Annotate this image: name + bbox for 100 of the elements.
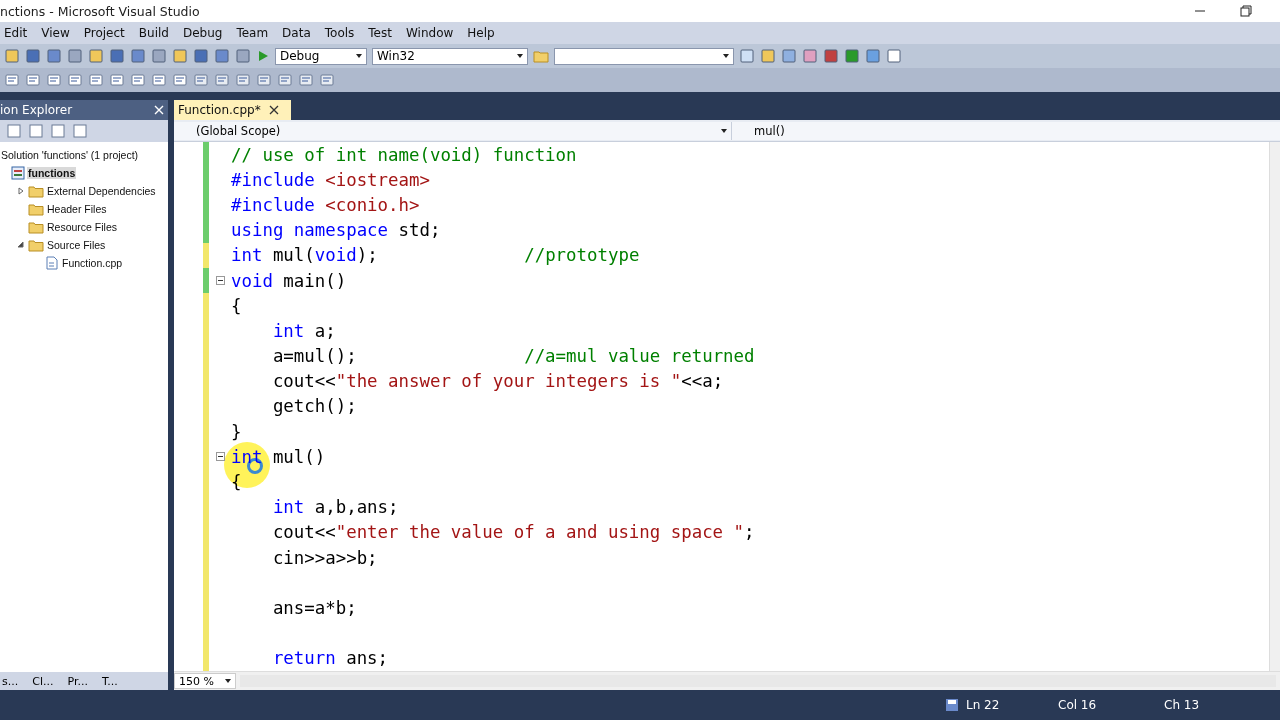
code-line: // use of int name(void) function xyxy=(231,143,577,166)
toolbar-icon[interactable] xyxy=(25,72,41,88)
toolbar-icon[interactable] xyxy=(886,48,902,64)
menu-item[interactable]: Team xyxy=(229,26,276,40)
toolbar-icon[interactable] xyxy=(130,72,146,88)
document-tab[interactable]: Function.cpp* xyxy=(174,100,291,120)
toolbar-icon[interactable] xyxy=(193,72,209,88)
tree-item[interactable]: Solution 'functions' (1 project) xyxy=(0,149,140,161)
pane-title: ion Explorer xyxy=(0,103,73,117)
toolbar-icon[interactable] xyxy=(88,72,104,88)
line-number: Ln 22 xyxy=(966,698,1001,712)
toolbar-icon[interactable] xyxy=(193,48,209,64)
panel-tab[interactable]: T... xyxy=(101,674,118,688)
tree-item[interactable]: Header Files xyxy=(46,203,108,215)
file-icon xyxy=(45,256,59,270)
toolbar-icon[interactable] xyxy=(298,72,314,88)
code-line: using namespace std; xyxy=(231,219,441,242)
toolbar-icon[interactable] xyxy=(88,48,104,64)
toolbar-icon[interactable] xyxy=(72,123,88,139)
toolbar-icon[interactable] xyxy=(277,72,293,88)
close-icon[interactable] xyxy=(268,105,279,115)
folder-icon xyxy=(28,184,44,198)
char-number: Ch 13 xyxy=(1164,698,1200,712)
toolbar-icon[interactable] xyxy=(4,48,20,64)
code-line: cin>>a>>b; xyxy=(271,546,378,569)
toolbar-icon[interactable] xyxy=(319,72,335,88)
toolbar-icon[interactable] xyxy=(25,48,41,64)
toolbar-icon[interactable] xyxy=(28,123,44,139)
run-icon[interactable] xyxy=(256,49,270,63)
toolbar-icon[interactable] xyxy=(130,48,146,64)
toolbar-icon[interactable] xyxy=(781,48,797,64)
toolbar-icon[interactable] xyxy=(214,72,230,88)
toolbar-icon[interactable] xyxy=(235,48,251,64)
menu-item[interactable]: Help xyxy=(460,26,502,40)
tree-item[interactable]: Source Files xyxy=(46,239,107,251)
restore-icon[interactable] xyxy=(1240,5,1252,17)
toolbar-icon[interactable] xyxy=(109,72,125,88)
code-line: int a; xyxy=(271,319,336,342)
toolbar-icon[interactable] xyxy=(844,48,860,64)
menu-item[interactable]: Debug xyxy=(175,26,230,40)
toolbar-icon[interactable] xyxy=(151,72,167,88)
toolbar-icon[interactable] xyxy=(214,48,230,64)
scope-dropdown[interactable]: (Global Scope) xyxy=(174,121,732,140)
expanded-arrow-icon[interactable] xyxy=(17,241,25,249)
menu-item[interactable]: Test xyxy=(361,26,399,40)
tree-item[interactable]: External Dependencies xyxy=(46,185,157,197)
tree-item[interactable]: Function.cpp xyxy=(61,257,124,269)
panel-tab[interactable]: s... xyxy=(2,674,19,688)
toolbar-icon[interactable] xyxy=(4,72,20,88)
find-dropdown[interactable] xyxy=(554,47,734,65)
folder-icon[interactable] xyxy=(533,48,549,64)
code-line: { xyxy=(231,294,242,317)
platform-dropdown[interactable]: Win32 xyxy=(372,47,528,65)
zoom-dropdown[interactable]: 150 % xyxy=(174,673,236,689)
toolbar-icon[interactable] xyxy=(739,48,755,64)
toolbar-icon[interactable] xyxy=(235,72,251,88)
toolbar-icon[interactable] xyxy=(109,48,125,64)
toolbar-icon[interactable] xyxy=(172,48,188,64)
toolbar-icon[interactable] xyxy=(46,72,62,88)
collapse-icon[interactable] xyxy=(215,452,225,462)
window-title: nctions - Microsoft Visual Studio xyxy=(0,3,200,19)
menu-item[interactable]: Data xyxy=(275,26,318,40)
member-dropdown[interactable]: mul() xyxy=(732,121,1280,140)
code-line: cout<<"enter the value of a and using space "; xyxy=(271,521,755,544)
code-line: ans=a*b; xyxy=(271,596,357,619)
code-line: return ans; xyxy=(271,647,389,670)
toolbar-icon[interactable] xyxy=(67,72,83,88)
toolbar-icon[interactable] xyxy=(823,48,839,64)
code-line: a=mul(); //a=mul value returned xyxy=(271,345,755,368)
code-line: int a,b,ans; xyxy=(271,496,399,519)
toolbar-icon[interactable] xyxy=(865,48,881,64)
code-line: int mul(void); //prototype xyxy=(231,244,640,267)
menu-item[interactable]: Edit xyxy=(0,26,35,40)
panel-tab[interactable]: Pr... xyxy=(67,674,88,688)
tree-item[interactable]: Resource Files xyxy=(46,221,119,233)
toolbar-icon[interactable] xyxy=(151,48,167,64)
toolbar-icon[interactable] xyxy=(67,48,83,64)
tree-item[interactable]: functions xyxy=(27,167,77,179)
code-line: #include <conio.h> xyxy=(231,193,420,216)
save-icon xyxy=(945,698,959,712)
toolbar-icon[interactable] xyxy=(6,123,22,139)
code-line: void main() xyxy=(231,269,347,292)
toolbar-icon[interactable] xyxy=(256,72,272,88)
menu-item[interactable]: Project xyxy=(76,26,132,40)
toolbar-icon[interactable] xyxy=(802,48,818,64)
folder-icon xyxy=(28,238,44,252)
code-line: } xyxy=(231,420,242,443)
menu-item[interactable]: View xyxy=(34,26,77,40)
configuration-dropdown[interactable]: Debug xyxy=(275,47,367,65)
toolbar-icon[interactable] xyxy=(46,48,62,64)
toolbar-icon[interactable] xyxy=(50,123,66,139)
vertical-scrollbar[interactable] xyxy=(1269,142,1280,671)
menu-item[interactable]: Build xyxy=(131,26,176,40)
collapse-icon[interactable] xyxy=(215,276,225,286)
toolbar-icon[interactable] xyxy=(172,72,188,88)
menu-item[interactable]: Tools xyxy=(317,26,362,40)
menu-item[interactable]: Window xyxy=(398,26,461,40)
collapsed-arrow-icon[interactable] xyxy=(17,187,25,195)
toolbar-icon[interactable] xyxy=(760,48,776,64)
panel-tab[interactable]: Cl... xyxy=(32,674,54,688)
